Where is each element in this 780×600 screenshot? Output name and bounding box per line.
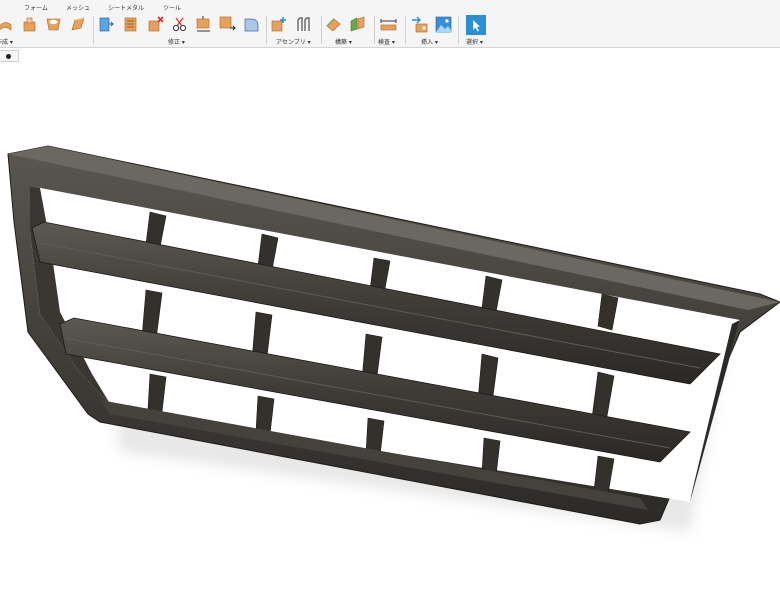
construct-group: 構築 ▾	[325, 14, 373, 47]
offset-plane-icon[interactable]	[325, 16, 342, 33]
modify-group-label[interactable]: 修正 ▾	[168, 37, 185, 46]
fillet-icon[interactable]	[243, 16, 260, 33]
extrude-icon[interactable]	[0, 16, 13, 33]
toolbar-separator	[93, 16, 94, 44]
insert-group-label[interactable]: 挿入 ▾	[421, 37, 438, 46]
axis-icon[interactable]	[349, 16, 366, 33]
assemble-group-label[interactable]: アセンブリ ▾	[276, 37, 311, 46]
tab-mesh[interactable]: メッシュ	[66, 3, 90, 12]
browser-panel-toggle[interactable]	[0, 50, 19, 62]
select-group-label[interactable]: 選択 ▾	[466, 37, 483, 46]
toolbar-separator	[321, 16, 322, 44]
select-cursor-icon[interactable]	[466, 15, 486, 35]
shell-icon[interactable]	[122, 16, 139, 33]
create-group-label[interactable]: 作成 ▾	[0, 37, 13, 46]
tab-tools[interactable]: ツール	[163, 3, 181, 12]
toolbar-separator	[266, 16, 267, 44]
tab-form[interactable]: フォーム	[24, 3, 48, 12]
grille-model[interactable]	[7, 145, 780, 532]
revolve-icon[interactable]	[21, 16, 38, 33]
insert-group: 挿入 ▾	[411, 14, 461, 47]
select-group: 選択 ▾	[464, 14, 494, 47]
toolbar-separator	[458, 16, 459, 44]
joint-icon[interactable]	[295, 16, 312, 33]
move-icon[interactable]	[219, 16, 236, 33]
insert-image-icon[interactable]	[435, 16, 452, 33]
inspect-group-label[interactable]: 検査 ▾	[378, 37, 395, 46]
modify-group: 修正 ▾	[97, 14, 265, 47]
press-pull-icon[interactable]	[97, 16, 114, 33]
3d-viewport[interactable]	[0, 62, 780, 600]
delete-face-icon[interactable]	[147, 16, 164, 33]
sweep-icon[interactable]	[45, 16, 62, 33]
assemble-group: アセンブリ ▾	[270, 14, 320, 47]
inspect-group: 検査 ▾	[378, 14, 404, 47]
create-group: 作成 ▾	[0, 14, 92, 47]
toolbar-separator	[405, 16, 406, 44]
scale-icon[interactable]	[195, 16, 212, 33]
construct-group-label[interactable]: 構築 ▾	[335, 37, 352, 46]
insert-mcmaster-icon[interactable]	[411, 16, 428, 33]
new-component-icon[interactable]	[270, 16, 287, 33]
bullet-icon	[6, 54, 11, 59]
toolbar-separator	[374, 16, 375, 44]
ribbon-toolbar: フォーム メッシュ シートメタル ツール 作成 ▾	[0, 0, 780, 48]
loft-icon[interactable]	[69, 16, 86, 33]
tab-sheet-metal[interactable]: シートメタル	[108, 3, 144, 12]
split-icon[interactable]	[171, 16, 188, 33]
measure-icon[interactable]	[380, 16, 397, 33]
